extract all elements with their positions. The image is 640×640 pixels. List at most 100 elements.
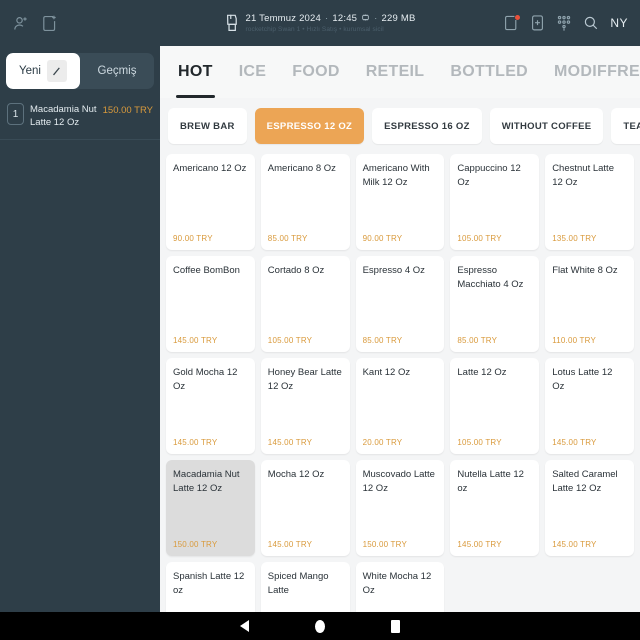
product-name: Flat White 8 Oz	[552, 265, 618, 276]
product-card[interactable]: Honey Bear Latte 12 Oz 145.00 TRY	[260, 358, 350, 454]
status-subtitle: rocketchip Swan 1 • Hızlı Satış • kurums…	[245, 25, 384, 33]
product-price: 145.00 TRY	[267, 540, 313, 549]
chip-espresso-16-oz[interactable]: ESPRESSO 16 OZ	[372, 108, 482, 144]
sidebar-tab-yeni-label: Yeni	[19, 65, 41, 77]
product-price: 20.00 TRY	[362, 438, 403, 447]
product-card[interactable]: White Mocha 12 Oz	[355, 562, 445, 612]
product-card[interactable]: Muscovado Latte 12 Oz 150.00 TRY	[355, 460, 445, 556]
tab-hot-label: HOT	[178, 63, 213, 80]
chip-tea-label: TEA	[623, 120, 640, 132]
printer-status-icon	[225, 13, 239, 33]
order-sidebar: Yeni Geçmiş 1 Macadamia Nut Latte 12 Oz …	[0, 46, 160, 612]
product-name: Americano 12 Oz	[173, 163, 247, 174]
add-person-icon[interactable]	[12, 14, 31, 33]
product-price: 150.00 TRY	[173, 540, 218, 549]
sidebar-tab-yeni[interactable]: Yeni	[6, 53, 80, 89]
edit-pencil-icon[interactable]	[46, 60, 67, 82]
product-card[interactable]: Macadamia Nut Latte 12 Oz 150.00 TRY	[166, 460, 255, 556]
memory-chip-icon	[361, 13, 370, 26]
product-price: 85.00 TRY	[457, 336, 498, 345]
tab-food[interactable]: FOOD	[280, 46, 351, 98]
back-button[interactable]	[240, 620, 249, 632]
status-memory: 229 MB	[381, 12, 416, 24]
product-price: 145.00 TRY	[552, 438, 597, 447]
product-card[interactable]: Kant 12 Oz 20.00 TRY	[355, 358, 445, 454]
product-card[interactable]: Salted Caramel Latte 12 Oz 145.00 TRY	[545, 460, 634, 556]
add-note-icon[interactable]	[41, 14, 58, 33]
product-card[interactable]: Flat White 8 Oz 110.00 TRY	[545, 256, 634, 352]
top-bar: 21 Temmuz 2024 · 12:45 · 229 MB rocketch…	[0, 0, 640, 46]
product-card[interactable]: Americano 8 Oz 85.00 TRY	[260, 154, 350, 250]
cart-item-price: 150.00 TRY	[102, 105, 153, 116]
product-name: Americano 8 Oz	[267, 163, 336, 174]
product-name: Gold Mocha 12 Oz	[173, 367, 238, 392]
product-name: Macadamia Nut Latte 12 Oz	[173, 469, 240, 494]
subcategory-chips: BREW BAR ESPRESSO 12 OZ ESPRESSO 16 OZ W…	[160, 98, 640, 154]
product-name: Cappuccino 12 Oz	[457, 163, 521, 188]
product-grid: Americano 12 Oz 90.00 TRY Americano 8 Oz 85…	[166, 154, 634, 612]
product-card[interactable]: Cappuccino 12 Oz 105.00 TRY	[450, 154, 540, 250]
status-date: 21 Temmuz 2024	[245, 12, 322, 24]
product-card[interactable]: Spanish Latte 12 oz	[166, 562, 255, 612]
product-name: Espresso 4 Oz	[362, 265, 425, 276]
tab-food-label: FOOD	[292, 63, 340, 80]
tab-modiffres[interactable]: MODIFFRES	[542, 46, 640, 98]
product-card[interactable]: Espresso 4 Oz 85.00 TRY	[355, 256, 445, 352]
product-card[interactable]: Cortado 8 Oz 105.00 TRY	[260, 256, 350, 352]
product-name: Nutella Latte 12 oz	[457, 469, 524, 494]
product-price: 145.00 TRY	[457, 540, 502, 549]
product-card[interactable]: Coffee BomBon 145.00 TRY	[166, 256, 255, 352]
product-price: 145.00 TRY	[552, 540, 597, 549]
user-initials[interactable]: NY	[610, 16, 628, 30]
product-name: Coffee BomBon	[173, 265, 240, 276]
chip-brew-bar[interactable]: BREW BAR	[168, 108, 247, 144]
tab-bottled[interactable]: BOTTLED	[438, 46, 540, 98]
tab-ice[interactable]: ICE	[227, 46, 279, 98]
cart-row[interactable]: 1 Macadamia Nut Latte 12 Oz 150.00 TRY	[0, 95, 160, 140]
chip-espresso-12-oz[interactable]: ESPRESSO 12 OZ	[254, 108, 365, 144]
chip-without-coffee[interactable]: WITHOUT COFFEE	[489, 108, 604, 144]
product-price: 105.00 TRY	[457, 234, 502, 243]
pos-app-screen: 21 Temmuz 2024 · 12:45 · 229 MB rocketch…	[0, 0, 640, 640]
product-name: Muscovado Latte 12 Oz	[362, 469, 435, 494]
product-card[interactable]: Nutella Latte 12 oz 145.00 TRY	[450, 460, 540, 556]
tab-bottled-label: BOTTLED	[450, 63, 529, 80]
search-icon[interactable]	[583, 15, 599, 31]
keypad-icon[interactable]	[556, 14, 572, 32]
note-alert-icon[interactable]	[503, 14, 521, 32]
product-card[interactable]: Americano 12 Oz 90.00 TRY	[166, 154, 255, 250]
product-name: Spanish Latte 12 oz	[173, 571, 245, 596]
product-card[interactable]: Gold Mocha 12 Oz 145.00 TRY	[166, 358, 255, 454]
add-card-icon[interactable]	[530, 14, 545, 32]
recents-button[interactable]	[391, 619, 400, 633]
product-name: Kant 12 Oz	[362, 367, 411, 378]
home-button[interactable]	[315, 619, 325, 633]
product-card[interactable]: Spiced Mango Latte	[260, 562, 350, 612]
product-name: Chestnut Latte 12 Oz	[552, 163, 614, 188]
sidebar-tab-gecmis[interactable]: Geçmiş	[80, 53, 154, 89]
product-name: Latte 12 Oz	[457, 367, 507, 378]
chip-tea[interactable]: TEA	[611, 108, 640, 144]
product-grid-scroll[interactable]: Americano 12 Oz 90.00 TRY Americano 8 Oz 85…	[160, 154, 640, 612]
cart-item-quantity[interactable]: 1	[7, 103, 24, 125]
product-name: Cortado 8 Oz	[267, 265, 325, 276]
product-card[interactable]: Chestnut Latte 12 Oz 135.00 TRY	[545, 154, 634, 250]
product-card[interactable]: Espresso Macchiato 4 Oz 85.00 TRY	[450, 256, 540, 352]
status-separator-2: ·	[374, 12, 378, 24]
tab-hot[interactable]: HOT	[166, 46, 225, 98]
product-card[interactable]: Latte 12 Oz 105.00 TRY	[450, 358, 540, 454]
product-price: 90.00 TRY	[362, 234, 403, 243]
product-card[interactable]: Americano With Milk 12 Oz 90.00 TRY	[355, 154, 445, 250]
product-price: 150.00 TRY	[362, 540, 407, 549]
tab-reteil[interactable]: RETEIL	[354, 46, 437, 98]
product-price: 85.00 TRY	[267, 234, 308, 243]
chip-without-coffee-label: WITHOUT COFFEE	[501, 120, 592, 132]
status-time: 12:45	[332, 12, 358, 24]
catalog-panel: HOT ICE FOOD RETEIL BOTTLED MODIFFRES BR…	[160, 46, 640, 612]
product-card[interactable]: Mocha 12 Oz 145.00 TRY	[260, 460, 350, 556]
category-tabs: HOT ICE FOOD RETEIL BOTTLED MODIFFRES	[160, 46, 640, 98]
product-name: Mocha 12 Oz	[267, 469, 325, 480]
cart-item-list: 1 Macadamia Nut Latte 12 Oz 150.00 TRY	[0, 95, 160, 140]
product-card[interactable]: Lotus Latte 12 Oz 145.00 TRY	[545, 358, 634, 454]
product-price: 105.00 TRY	[457, 438, 502, 447]
